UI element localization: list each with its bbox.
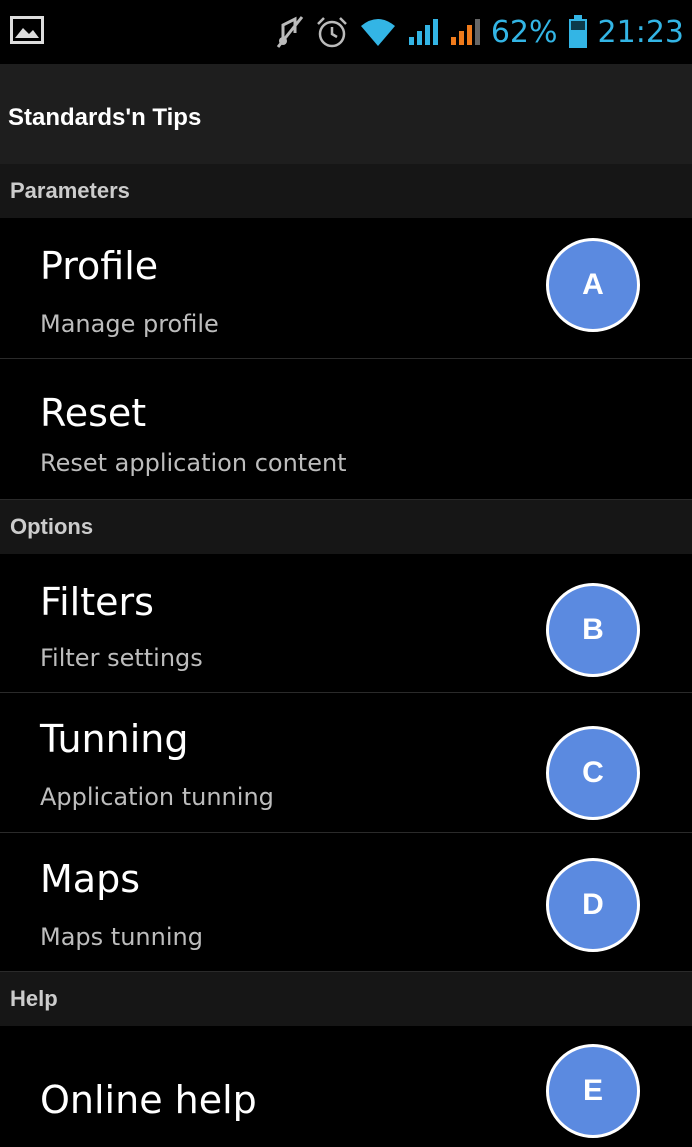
item-subtitle: Application tunning	[40, 783, 274, 811]
category-label: Help	[10, 986, 58, 1011]
app-title: Standards'n Tips	[8, 104, 202, 131]
category-label: Options	[10, 514, 94, 539]
item-subtitle: Manage profile	[40, 310, 219, 338]
item-title: Filters	[40, 580, 154, 624]
clock: 21:23	[597, 14, 684, 50]
item-title: Tunning	[40, 717, 189, 761]
category-label: Parameters	[10, 178, 130, 203]
battery-icon	[568, 15, 588, 49]
mute-icon	[275, 15, 305, 49]
annotation-badge-b: B	[546, 583, 640, 677]
item-subtitle: Filter settings	[40, 644, 203, 672]
action-bar: Standards'n Tips	[0, 64, 692, 164]
annotation-badge-d: D	[546, 858, 640, 952]
pref-item-reset[interactable]: Reset Reset application content	[0, 359, 692, 500]
status-bar: 62% 21:23	[0, 0, 692, 64]
annotation-badge-a: A	[546, 238, 640, 332]
item-subtitle: Maps tunning	[40, 923, 203, 951]
battery-percent: 62%	[490, 14, 558, 50]
item-title: Maps	[40, 857, 140, 901]
category-options: Options	[0, 500, 692, 554]
annotation-badge-c: C	[546, 726, 640, 820]
category-parameters: Parameters	[0, 164, 692, 218]
item-title: Profile	[40, 244, 159, 288]
item-subtitle: Reset application content	[40, 449, 347, 477]
item-title: Online help	[40, 1078, 257, 1122]
signal-icon	[449, 17, 481, 47]
item-title: Reset	[40, 391, 147, 435]
wifi-icon	[359, 16, 397, 48]
signal-icon	[407, 17, 439, 47]
alarm-icon	[315, 15, 349, 49]
image-icon	[10, 16, 44, 44]
annotation-badge-e: E	[546, 1044, 640, 1138]
category-help: Help	[0, 972, 692, 1026]
